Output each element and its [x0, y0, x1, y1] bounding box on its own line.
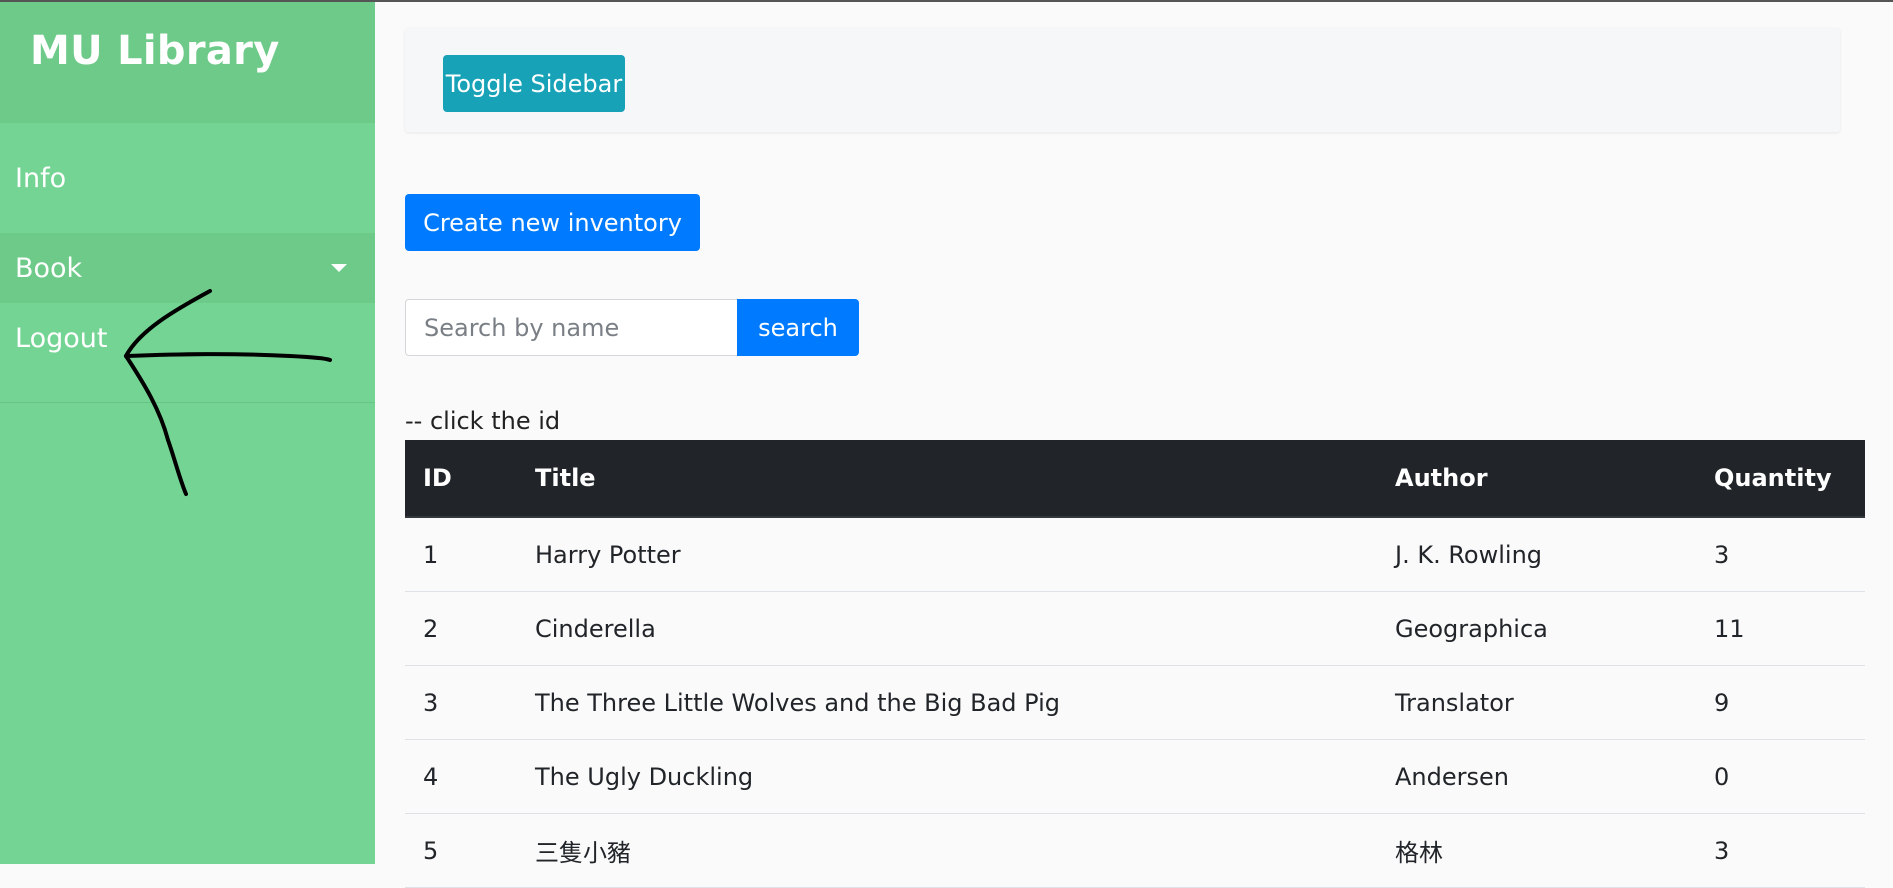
toggle-sidebar-button[interactable]: Toggle Sidebar	[443, 55, 625, 112]
cell-quantity: 0	[1696, 739, 1865, 814]
table-row: 2 Cinderella Geographica 11	[405, 591, 1865, 666]
top-navbar: Toggle Sidebar	[405, 28, 1840, 132]
cell-title: Cinderella	[517, 591, 1377, 666]
cell-quantity: 3	[1696, 813, 1865, 888]
sidebar-item-label: Logout	[15, 323, 108, 354]
caret-down-icon	[331, 264, 347, 272]
table-row: 4 The Ugly Duckling Andersen 0	[405, 739, 1865, 814]
window-top-border	[0, 0, 1893, 2]
cell-author: Andersen	[1377, 739, 1696, 814]
table-row: 3 The Three Little Wolves and the Big Ba…	[405, 665, 1865, 740]
cell-title: Harry Potter	[517, 517, 1377, 592]
cell-author: 格林	[1377, 813, 1696, 888]
cell-id[interactable]: 3	[405, 665, 517, 740]
cell-author: Geographica	[1377, 591, 1696, 666]
cell-author: Translator	[1377, 665, 1696, 740]
cell-id[interactable]: 5	[405, 813, 517, 888]
cell-id[interactable]: 1	[405, 517, 517, 592]
main-content: Toggle Sidebar Create new inventory sear…	[375, 0, 1893, 888]
create-inventory-button[interactable]: Create new inventory	[405, 194, 700, 251]
table-row: 5 三隻小豬 格林 3	[405, 813, 1865, 888]
cell-title: The Three Little Wolves and the Big Bad …	[517, 665, 1377, 740]
cell-id[interactable]: 2	[405, 591, 517, 666]
cell-quantity: 3	[1696, 517, 1865, 592]
cell-quantity: 9	[1696, 665, 1865, 740]
sidebar: MU Library Info Book Logout	[0, 0, 375, 864]
sidebar-item-label: Book	[15, 252, 83, 284]
column-header-author[interactable]: Author	[1377, 440, 1696, 518]
hint-text: -- click the id	[405, 407, 561, 435]
cell-quantity: 11	[1696, 591, 1865, 666]
sidebar-item-label: Info	[15, 162, 67, 194]
cell-title: 三隻小豬	[517, 813, 1377, 888]
search-button[interactable]: search	[737, 299, 859, 356]
cell-author: J. K. Rowling	[1377, 517, 1696, 592]
search-input[interactable]	[405, 299, 738, 356]
column-header-title[interactable]: Title	[517, 440, 1377, 518]
column-header-quantity[interactable]: Quantity	[1696, 440, 1865, 518]
sidebar-item-logout[interactable]: Logout	[0, 303, 375, 403]
sidebar-header: MU Library	[0, 0, 375, 123]
column-header-id[interactable]: ID	[405, 440, 517, 518]
inventory-table: ID Title Author Quantity 1 Harry Potter …	[405, 440, 1865, 888]
brand-title[interactable]: MU Library	[30, 28, 280, 74]
table-row: 1 Harry Potter J. K. Rowling 3	[405, 517, 1865, 592]
sidebar-item-info[interactable]: Info	[0, 143, 375, 213]
cell-id[interactable]: 4	[405, 739, 517, 814]
sidebar-item-book[interactable]: Book	[0, 233, 375, 303]
cell-title: The Ugly Duckling	[517, 739, 1377, 814]
table-header-row: ID Title Author Quantity	[405, 440, 1865, 518]
sidebar-nav: Info Book Logout	[0, 123, 375, 403]
